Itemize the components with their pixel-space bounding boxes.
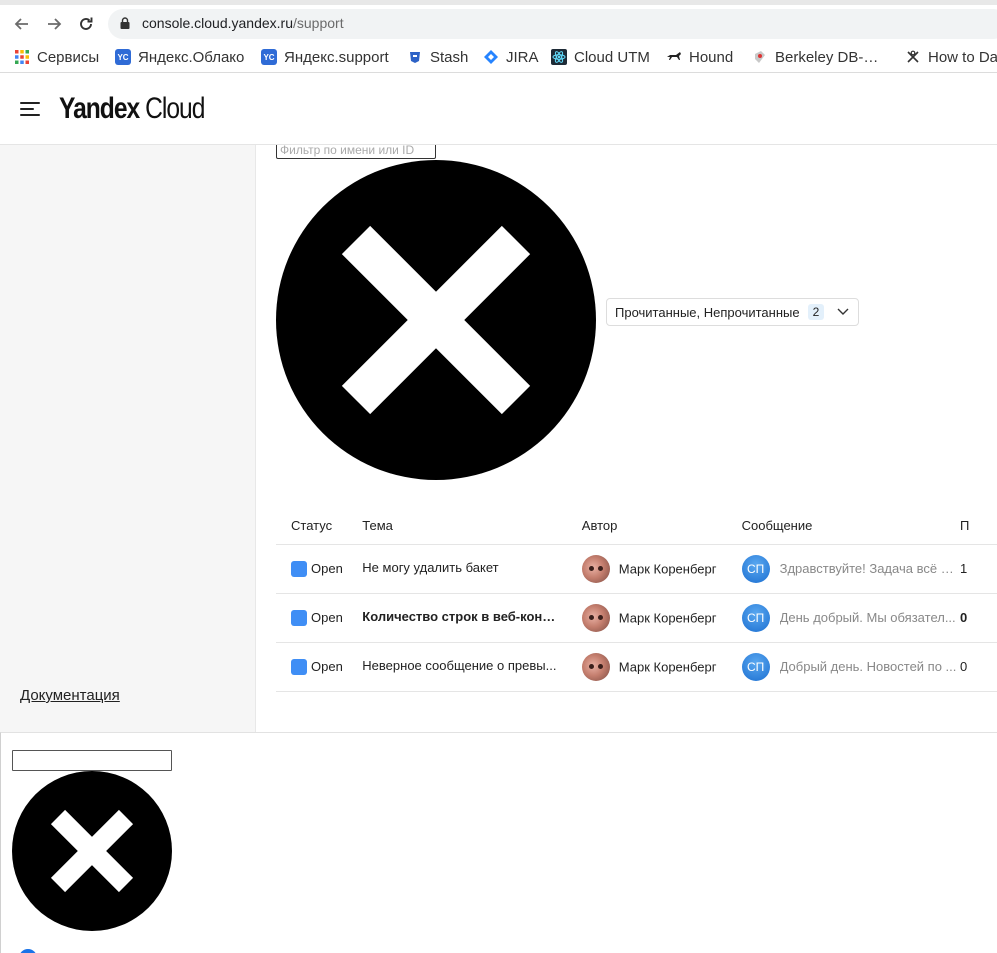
avatar <box>581 652 610 681</box>
message-preview: Добрый день. Новостей по ... <box>779 659 957 674</box>
close-icon[interactable] <box>12 771 172 931</box>
blue-dot-icon <box>19 949 37 953</box>
bookmark-stash[interactable]: Stash <box>407 47 468 67</box>
status-indicator <box>291 658 307 675</box>
bookmark-cloud-utm[interactable]: Cloud UTM <box>551 47 650 67</box>
author-name: Марк Коренберг <box>618 561 717 576</box>
status-indicator <box>291 560 307 577</box>
message-preview: День добрый. Мы обязател... <box>779 610 956 625</box>
table-header-row: Статус Тема Автор Сообщение П <box>276 507 997 545</box>
bookmark-label: Яндекс.support <box>284 48 389 66</box>
bookmark-label: Яндекс.Облако <box>138 48 245 66</box>
bookmark-yandex-cloud[interactable]: YC Яндекс.Облако <box>115 47 244 67</box>
bookmark-yandex-support[interactable]: YC Яндекс.support <box>261 47 389 67</box>
lock-icon <box>120 17 130 29</box>
back-icon[interactable] <box>12 14 32 34</box>
bookmark-label: Сервисы <box>37 48 100 66</box>
avatar <box>581 554 610 583</box>
bookmark-label: Hound <box>689 48 734 66</box>
ticket-topic[interactable]: Неверное сообщение о превы... <box>362 658 556 673</box>
documentation-link[interactable]: Документация <box>20 687 120 704</box>
yandex-cloud-logo[interactable]: Yandex Cloud <box>59 92 205 126</box>
apps-grid-icon <box>14 49 30 65</box>
app-header: Yandex Cloud <box>0 74 997 145</box>
bookmark-label: How to Da <box>928 48 997 66</box>
bookmark-hound[interactable]: Hound <box>666 47 733 67</box>
message-preview: Здравствуйте! Задача всё е... <box>779 561 958 576</box>
address-bar[interactable]: console.cloud.yandex.ru/support <box>108 9 997 39</box>
avatar <box>581 603 610 632</box>
browser-toolbar: console.cloud.yandex.ru/support <box>0 0 997 42</box>
bottom-input[interactable] <box>12 750 172 771</box>
column-header-status[interactable]: Статус <box>276 507 348 545</box>
column-header-topic[interactable]: Тема <box>347 507 567 545</box>
read-status-select[interactable]: Прочитанные, Непрочитанные 2 <box>606 298 859 326</box>
tickets-table: Статус Тема Автор Сообщение П Open Не мо… <box>276 507 997 692</box>
stash-icon <box>407 49 423 65</box>
author-name: Марк Коренберг <box>618 610 717 625</box>
bookmark-berkeley-db[interactable]: Berkeley DB-… <box>752 47 878 67</box>
column-header-message[interactable]: Сообщение <box>726 507 961 545</box>
bookmarks-bar: Сервисы YC Яндекс.Облако YC Яндекс.suppo… <box>0 42 997 73</box>
url-text: console.cloud.yandex.ru/support <box>142 15 344 31</box>
column-header-extra[interactable]: П <box>960 507 997 545</box>
bookmark-jira[interactable]: JIRA <box>483 47 539 67</box>
chevron-down-icon <box>837 308 849 315</box>
berkeley-icon <box>752 49 768 65</box>
reload-icon[interactable] <box>76 14 96 34</box>
status-text: Open <box>311 561 343 577</box>
bookmark-label: Cloud UTM <box>574 48 650 66</box>
yc-icon: YC <box>115 49 131 65</box>
status-text: Open <box>311 610 343 626</box>
support-avatar: СП <box>741 554 770 583</box>
ticket-topic[interactable]: Количество строк в веб-консо... <box>362 609 562 624</box>
bookmark-label: JIRA <box>506 48 539 66</box>
bottom-panel <box>0 732 997 953</box>
sidebar: Документация <box>0 145 256 732</box>
menu-icon[interactable] <box>20 101 40 117</box>
support-avatar: СП <box>741 603 770 632</box>
bookmark-label: Stash <box>430 48 469 66</box>
read-status-count: 2 <box>807 304 825 320</box>
extra-cell: 0 <box>960 659 968 674</box>
status-text: Open <box>311 659 343 675</box>
react-icon <box>551 49 567 65</box>
support-avatar: СП <box>741 652 770 681</box>
read-status-value: Прочитанные, Непрочитанные <box>615 304 800 320</box>
support-main: Прочитанные, Непрочитанные 2 Статус Тема… <box>256 145 997 732</box>
table-row[interactable]: Open Количество строк в веб-консо... Мар… <box>276 593 997 643</box>
column-header-author[interactable]: Автор <box>566 507 727 545</box>
jira-icon <box>483 49 499 65</box>
cross-tool-icon <box>905 49 921 65</box>
bookmark-services[interactable]: Сервисы <box>14 47 99 67</box>
hound-icon <box>666 49 682 65</box>
ticket-topic[interactable]: Не могу удалить бакет <box>362 560 498 575</box>
bookmark-how-to[interactable]: How to Da <box>905 47 997 67</box>
extra-cell: 0 <box>960 610 968 625</box>
bookmark-label: Berkeley DB-… <box>775 48 879 66</box>
clear-filter-icon[interactable] <box>276 160 596 480</box>
table-row[interactable]: Open Неверное сообщение о превы... Марк … <box>276 642 997 692</box>
table-row[interactable]: Open Не могу удалить бакет Марк Коренбер… <box>276 544 997 594</box>
filter-input[interactable] <box>276 145 436 159</box>
yc-icon: YC <box>261 49 277 65</box>
author-name: Марк Коренберг <box>618 659 717 674</box>
forward-icon[interactable] <box>44 14 64 34</box>
extra-cell: 1 <box>960 561 968 576</box>
status-indicator <box>291 609 307 626</box>
